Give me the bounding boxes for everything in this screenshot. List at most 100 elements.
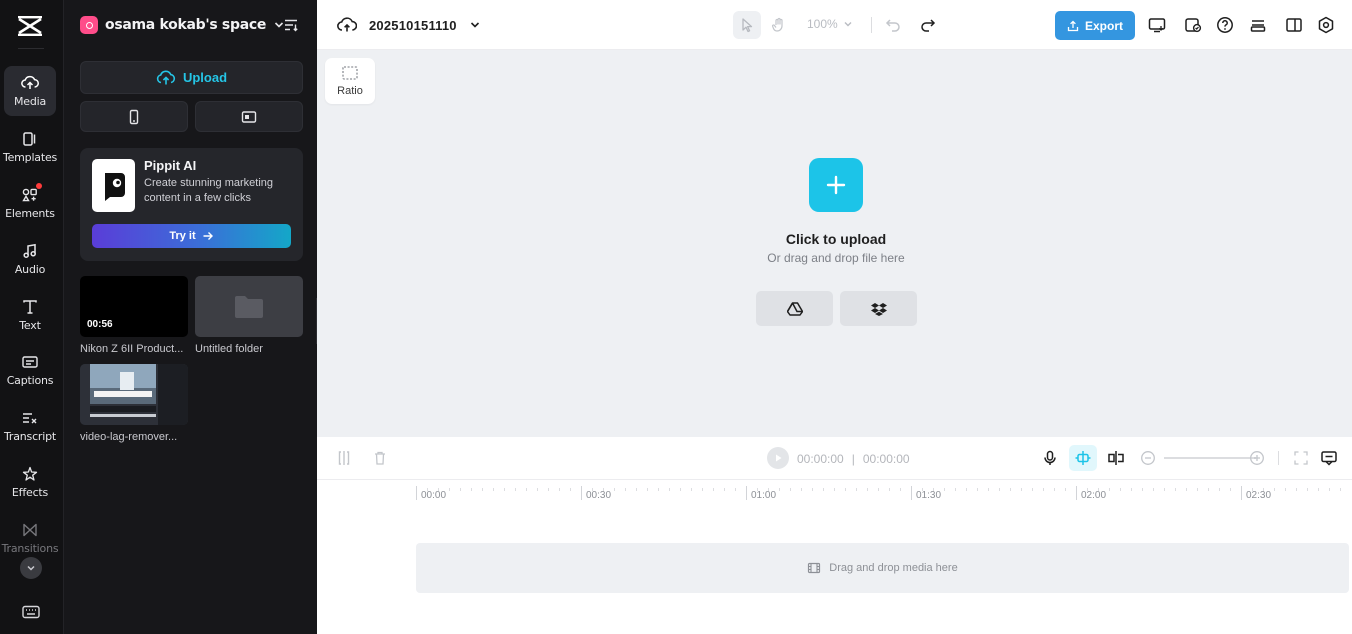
capcut-logo-icon[interactable] (16, 14, 44, 38)
play-button[interactable] (767, 447, 789, 469)
preview-canvas[interactable]: Ratio Click to upload Or drag and drop f… (317, 50, 1352, 437)
sort-filter-icon[interactable] (283, 17, 299, 33)
ruler-minor-tick (1274, 488, 1275, 491)
ruler-major-tick (416, 486, 417, 500)
redo-button[interactable] (919, 16, 937, 34)
split-icon (338, 451, 350, 465)
split-button[interactable] (335, 449, 353, 467)
ruler-minor-tick (636, 488, 637, 491)
click-to-upload-button[interactable] (809, 158, 863, 212)
ruler-minor-tick (482, 488, 483, 491)
workspace-name: osama kokab's space (105, 17, 267, 33)
arrow-right-icon (203, 232, 213, 240)
templates-icon (21, 130, 39, 148)
fullscreen-icon (1294, 451, 1308, 465)
google-drive-button[interactable] (756, 291, 833, 326)
ruler-minor-tick (1252, 488, 1253, 491)
help-button[interactable] (1216, 16, 1234, 34)
rail-label: Transitions (1, 542, 59, 555)
hand-tool-button[interactable] (765, 11, 793, 39)
ruler-minor-tick (658, 488, 659, 491)
dropbox-button[interactable] (840, 291, 917, 326)
gear-icon (1318, 16, 1334, 34)
ruler-minor-tick (1120, 488, 1121, 491)
captions-icon (21, 353, 39, 371)
timeline-drop-zone[interactable]: Drag and drop media here (416, 543, 1349, 593)
zoom-out-button[interactable] (1139, 449, 1157, 467)
comment-icon (1321, 451, 1337, 466)
zoom-in-icon (1250, 451, 1264, 465)
ratio-label: Ratio (337, 85, 363, 97)
ruler-minor-tick (1219, 488, 1220, 491)
delete-button[interactable] (371, 449, 389, 467)
ruler-minor-tick (592, 488, 593, 491)
ruler-minor-tick (691, 488, 692, 491)
media-item-image[interactable]: video-lag-remover... (80, 364, 188, 443)
ruler-minor-tick (438, 488, 439, 491)
ruler-minor-tick (779, 488, 780, 491)
rail-item-transitions[interactable]: Transitions (1, 513, 59, 563)
ruler-minor-tick (603, 488, 604, 491)
fit-timeline-button[interactable] (1292, 449, 1310, 467)
review-button[interactable] (1184, 16, 1202, 34)
total-time: 00:00:00 (862, 452, 910, 466)
rail-item-media[interactable]: Media (4, 66, 56, 116)
media-item-folder[interactable]: Untitled folder (195, 276, 303, 355)
try-it-label: Try it (169, 230, 196, 242)
timeline-ruler[interactable]: 00:00 00:30 01:00 01:30 02:00 02:30 (317, 480, 1352, 510)
ratio-button[interactable]: Ratio (325, 58, 375, 104)
keyboard-icon[interactable] (21, 604, 41, 620)
upload-button[interactable]: Upload (80, 61, 303, 94)
workspace-switcher[interactable]: osama kokab's space (80, 14, 285, 36)
dropbox-icon (870, 302, 887, 316)
shortcuts-button[interactable] (1249, 16, 1267, 34)
image-thumbnail[interactable] (80, 364, 188, 425)
zoom-in-button[interactable] (1248, 449, 1266, 467)
ruler-minor-tick (845, 488, 846, 491)
ruler-minor-tick (1285, 488, 1286, 491)
rail-item-templates[interactable]: Templates (3, 122, 57, 172)
chevron-down-icon (844, 22, 852, 27)
auto-snap-button[interactable] (1069, 445, 1097, 471)
layout-toggle-button[interactable] (1285, 16, 1303, 34)
ruler-minor-tick (1296, 488, 1297, 491)
ruler-minor-tick (999, 488, 1000, 491)
comment-button[interactable] (1320, 449, 1338, 467)
upload-from-phone-button[interactable] (80, 101, 188, 132)
image-preview (80, 364, 188, 425)
try-it-button[interactable]: Try it (92, 224, 291, 248)
rail-item-audio[interactable]: Audio (4, 234, 56, 284)
rail-expand-button[interactable] (20, 557, 42, 579)
folder-thumbnail[interactable] (195, 276, 303, 337)
transcript-icon (21, 409, 39, 427)
promo-title: Pippit AI (144, 158, 197, 173)
record-screen-button[interactable] (195, 101, 303, 132)
ruler-tick-label: 01:30 (916, 490, 942, 501)
timeline-zoom-slider[interactable] (1164, 457, 1256, 459)
export-button[interactable]: Export (1055, 11, 1135, 40)
settings-button[interactable] (1317, 16, 1335, 34)
layers-icon (1250, 20, 1266, 32)
ruler-minor-tick (713, 488, 714, 491)
link-clips-button[interactable] (1107, 449, 1125, 467)
ruler-minor-tick (548, 488, 549, 491)
rail-item-transcript[interactable]: Transcript (4, 401, 56, 451)
rail-item-text[interactable]: Text (4, 290, 56, 340)
ruler-minor-tick (1153, 488, 1154, 491)
video-thumbnail[interactable]: 00:56 (80, 276, 188, 337)
media-item-video[interactable]: 00:56 Nikon Z 6II Product... (80, 276, 188, 355)
magnet-snap-icon (1075, 451, 1091, 465)
rail-item-captions[interactable]: Captions (4, 345, 56, 395)
present-button[interactable] (1148, 16, 1166, 34)
select-tool-button[interactable] (733, 11, 761, 39)
ruler-minor-tick (1197, 488, 1198, 491)
ruler-minor-tick (812, 488, 813, 491)
record-voice-button[interactable] (1041, 449, 1059, 467)
zoom-dropdown[interactable]: 100% (807, 17, 853, 31)
project-title-area[interactable]: 202510151110 (337, 14, 481, 36)
undo-button[interactable] (884, 16, 902, 34)
rail-item-elements[interactable]: Elements (4, 178, 56, 228)
panel-layout-icon (1286, 18, 1302, 32)
rail-item-effects[interactable]: Effects (4, 457, 56, 507)
ruler-tick-label: 01:00 (751, 490, 777, 501)
